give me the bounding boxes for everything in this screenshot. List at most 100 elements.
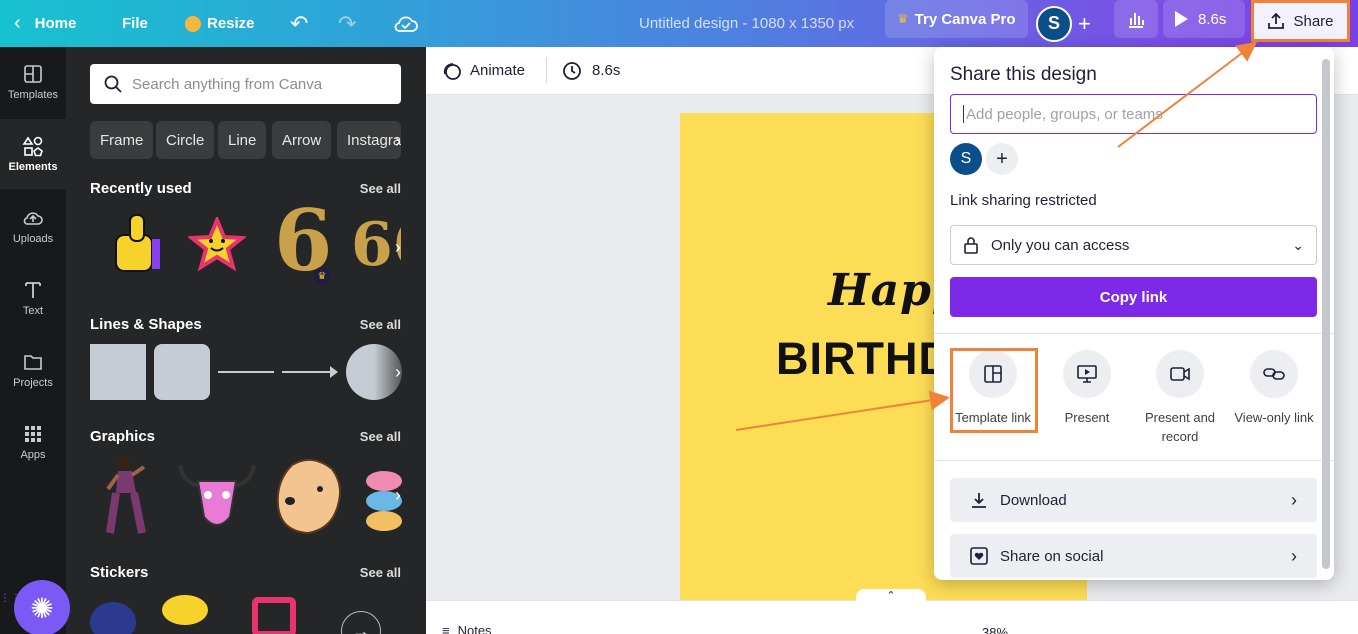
download-label: Download (1000, 491, 1067, 509)
recently-next-icon[interactable]: › (386, 227, 410, 267)
insights-icon[interactable] (1114, 0, 1158, 38)
chip-line[interactable]: Line (218, 121, 267, 159)
rail-uploads[interactable]: Uploads (0, 191, 66, 261)
rail-templates[interactable]: Templates (0, 47, 66, 117)
chip-circle[interactable]: Circle (156, 121, 215, 159)
clock-icon (563, 61, 581, 80)
share-label: Share (1293, 12, 1334, 30)
templates-icon (24, 65, 42, 83)
graphics-next-icon[interactable]: › (386, 475, 410, 515)
rail-label: Templates (7, 89, 59, 101)
access-value: Only you can access (991, 236, 1130, 254)
upload-icon (1268, 12, 1285, 29)
file-menu[interactable]: File (122, 0, 148, 47)
share-panel: Share this design Add people, groups, or… (934, 47, 1334, 580)
home-button[interactable]: ‹ Home (14, 0, 76, 47)
search-input[interactable]: Search anything from Canva (90, 64, 401, 104)
expand-pages-button[interactable]: ⌃ (856, 589, 926, 603)
share-social-label: Share on social (1000, 547, 1104, 565)
add-person-button[interactable]: + (986, 143, 1018, 175)
undo-icon[interactable]: ↶ (290, 0, 308, 47)
share-panel-title: Share this design (950, 64, 1097, 85)
rounded-square-shape[interactable] (154, 344, 210, 400)
rail-elements[interactable]: Elements (0, 119, 66, 189)
graphics-title: Graphics (90, 428, 156, 445)
share-panel-scrollbar[interactable] (1322, 59, 1330, 569)
star-sticker[interactable] (188, 217, 246, 273)
download-icon (972, 493, 986, 508)
grid-dots-icon: ⋮⋮ (0, 593, 22, 604)
chevron-up-icon: ⌃ (886, 590, 896, 602)
line-shape[interactable] (218, 371, 274, 373)
rail-label: Apps (20, 449, 46, 461)
stickers-see-all[interactable]: See all (360, 565, 401, 580)
recently-used-title: Recently used (90, 180, 192, 197)
divider (934, 460, 1334, 461)
copy-link-button[interactable]: Copy link (950, 277, 1317, 317)
download-row[interactable]: Download › (950, 478, 1317, 522)
graphics-see-all[interactable]: See all (360, 429, 401, 444)
present-icon (1063, 350, 1111, 398)
animate-label: Animate (470, 62, 526, 79)
recently-used-see-all[interactable]: See all (360, 181, 401, 196)
rail-text[interactable]: Text (0, 263, 66, 333)
dog-head-graphic[interactable] (272, 455, 346, 537)
present-record-option[interactable]: Present and record (1133, 350, 1227, 446)
share-button[interactable]: Share (1251, 0, 1350, 42)
folder-icon (24, 355, 42, 370)
view-only-link-option[interactable]: View-only link (1227, 350, 1321, 427)
uploads-icon (23, 212, 43, 225)
rail-label: Text (22, 305, 44, 317)
crown-icon: ♛ (897, 11, 909, 26)
chip-frame[interactable]: Frame (90, 121, 154, 159)
avatar[interactable]: S (950, 143, 982, 175)
zoom-level[interactable]: 38% (982, 625, 1008, 634)
lines-shapes-title: Lines & Shapes (90, 316, 202, 333)
plus-icon: + (996, 147, 1008, 170)
eye-sticker[interactable] (162, 595, 208, 625)
cloud-save-icon[interactable] (394, 0, 418, 47)
dancing-woman-graphic[interactable] (104, 455, 152, 537)
access-dropdown[interactable]: Only you can access ⌄ (950, 225, 1317, 265)
sparkle-icon: ✺ (30, 592, 54, 624)
resize-button[interactable]: Resize (185, 0, 255, 47)
redo-icon[interactable]: ↷ (338, 0, 356, 47)
add-people-placeholder: Add people, groups, or teams (966, 105, 1163, 123)
medal-sticker[interactable] (252, 597, 296, 634)
square-shape[interactable] (90, 344, 146, 400)
thumbs-up-sticker[interactable] (110, 207, 166, 279)
stickers-next-icon[interactable]: → (341, 611, 381, 634)
design-title[interactable]: Untitled design - 1080 x 1350 px (639, 0, 854, 47)
heart-icon (970, 547, 988, 565)
rail-label: Uploads (12, 233, 54, 245)
heart-sticker[interactable] (90, 602, 136, 634)
lines-shapes-see-all[interactable]: See all (360, 317, 401, 332)
arrow-line-shape[interactable] (282, 371, 334, 373)
user-avatar[interactable]: S (1036, 0, 1072, 47)
rail-label: Elements (8, 161, 58, 173)
notes-icon: ≡ (442, 623, 450, 634)
shapes-next-icon[interactable]: › (386, 352, 410, 392)
animate-icon (443, 62, 461, 80)
bull-head-graphic[interactable] (176, 459, 258, 533)
birthday-text[interactable]: BIRTHD (776, 333, 952, 385)
chevron-left-icon: ‹ (14, 12, 21, 34)
notes-label: Notes (457, 623, 492, 634)
view-only-link-icon (1250, 350, 1298, 398)
chips-next-icon[interactable]: › (386, 121, 410, 161)
rail-apps[interactable]: Apps (0, 407, 66, 477)
duration-button[interactable]: 8.6s (562, 61, 620, 81)
present-option[interactable]: Present (1040, 350, 1134, 427)
add-collaborator-icon[interactable]: + (1078, 0, 1091, 47)
add-people-input[interactable]: Add people, groups, or teams (950, 94, 1317, 134)
rail-projects[interactable]: Projects (0, 335, 66, 405)
magic-button[interactable]: ✺ (14, 580, 70, 634)
try-pro-button[interactable]: ♛ Try Canva Pro (885, 0, 1028, 38)
animate-button[interactable]: Animate (442, 61, 525, 81)
crown-icon: ♛ (313, 267, 331, 285)
chip-arrow[interactable]: Arrow (272, 121, 332, 159)
play-button[interactable]: 8.6s (1163, 0, 1245, 38)
lock-icon (964, 237, 978, 254)
share-social-row[interactable]: Share on social › (950, 534, 1317, 578)
notes-button[interactable]: ≡ Notes (442, 623, 492, 634)
